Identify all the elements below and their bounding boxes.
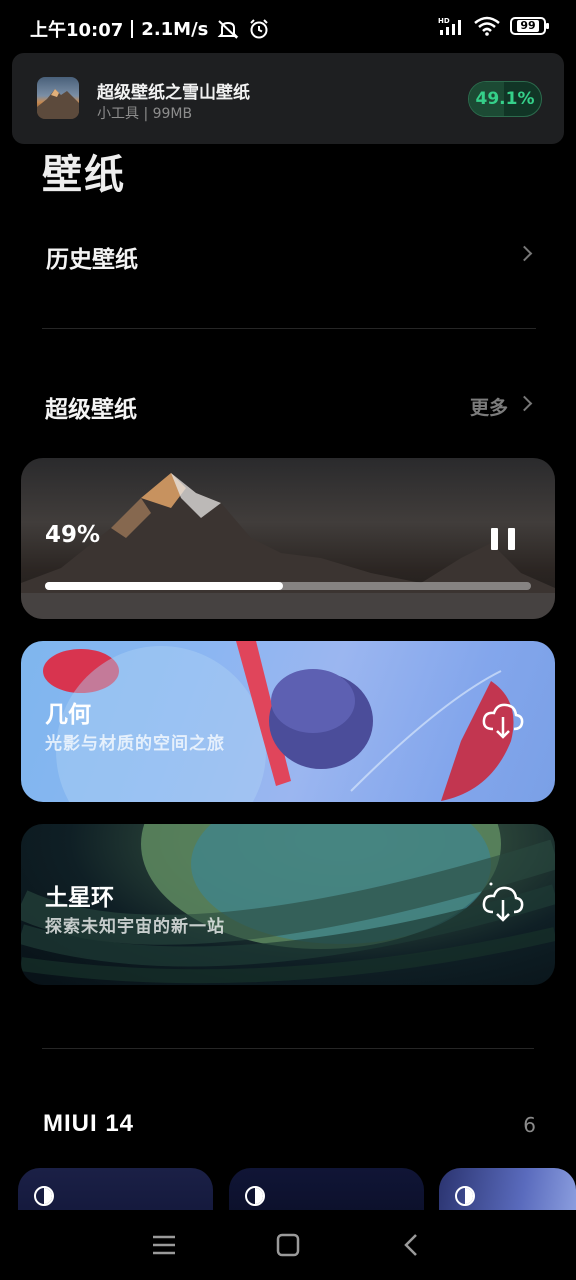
wallpaper-subtitle: 探索未知宇宙的新一站 [45,917,225,937]
menu-icon[interactable] [150,1232,178,1258]
notification-progress: 49.1% [468,81,542,117]
status-left: 上午10:07 2.1M/s [30,16,270,42]
downloading-wallpaper-card[interactable]: 49% [21,458,555,619]
dark-mode-icon [245,1186,265,1206]
hd-badge: HD [438,17,450,25]
status-separator [131,20,134,38]
page-title: 壁纸 [42,151,126,198]
download-progress-fill [45,582,283,590]
notification-title: 超级壁纸之雪山壁纸 [97,83,250,103]
mute-icon [217,20,239,39]
notification-thumbnail [37,77,79,119]
cloud-download-icon[interactable] [481,884,525,924]
battery-icon: 99 [510,17,549,35]
super-wallpaper-title: 超级壁纸 [45,396,137,423]
pause-icon[interactable] [491,528,515,550]
wallpaper-subtitle: 光影与材质的空间之旅 [45,734,225,754]
chevron-right-icon[interactable] [516,395,533,412]
geometry-wallpaper-image [43,641,514,802]
signal-icon: HD [438,17,461,35]
battery-level: 99 [517,20,539,32]
wallpaper-title: 几何 [45,701,91,728]
dark-mode-icon [34,1186,54,1206]
status-right: HD 99 [438,16,549,36]
miui-section-title: MIUI 14 [43,1110,135,1137]
divider [42,1048,534,1049]
wallpaper-card-geometry[interactable]: 几何 光影与材质的空间之旅 [21,641,555,802]
download-notification[interactable]: 超级壁纸之雪山壁纸 小工具 | 99MB 49.1% [12,53,564,144]
wifi-icon [474,16,500,36]
notification-subtitle: 小工具 | 99MB [97,106,193,122]
status-speed: 2.1M/s [141,18,209,40]
download-percent: 49% [45,522,101,548]
dark-mode-icon [455,1186,475,1206]
wallpaper-title: 土星环 [45,884,114,911]
miui-section-count: 6 [523,1113,536,1137]
navigation-bar [0,1210,576,1280]
history-wallpaper-link[interactable]: 历史壁纸 [46,240,138,274]
chevron-right-icon[interactable] [516,245,533,262]
more-link[interactable]: 更多 [470,393,508,420]
status-time: 上午10:07 [30,20,124,41]
home-icon[interactable] [274,1232,302,1258]
divider [42,328,536,329]
cloud-download-icon[interactable] [481,701,525,741]
status-bar: 上午10:07 2.1M/s HD 99 [0,0,576,54]
notification-progress-label: 49.1% [475,89,535,109]
back-icon[interactable] [398,1232,426,1258]
snow-mountain-image [21,473,555,619]
alarm-icon [250,19,269,39]
wallpaper-card-saturn[interactable]: 土星环 探索未知宇宙的新一站 [21,824,555,985]
